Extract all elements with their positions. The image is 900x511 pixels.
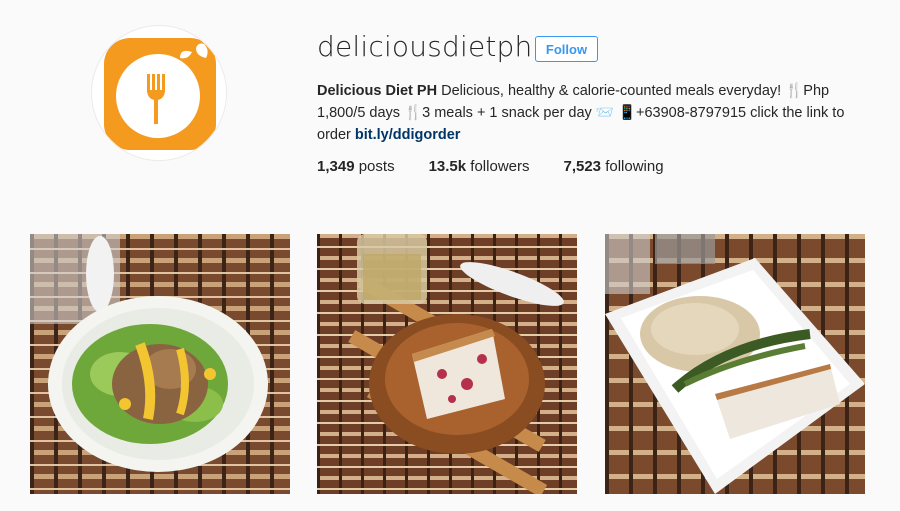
phone-icon: 📱 (617, 105, 636, 121)
post-thumbnail[interactable] (317, 234, 577, 494)
bio-text: Delicious, healthy & calorie-counted mea… (437, 83, 786, 99)
bread-photo (317, 234, 577, 494)
profile-username: deliciousdietph (317, 30, 533, 63)
followers-stat[interactable]: 13.5k followers (429, 158, 530, 175)
following-count: 7,523 (563, 158, 602, 175)
posts-count: 1,349 (317, 158, 355, 175)
display-name: Delicious Diet PH (317, 83, 438, 99)
following-stat[interactable]: 7,523 following (563, 158, 663, 175)
salad-photo (30, 234, 290, 494)
bio-text: 3 meals + 1 snack per day (422, 105, 596, 121)
profile-avatar[interactable] (91, 25, 227, 161)
followers-count: 13.5k (428, 158, 467, 175)
profile-bio: Delicious Diet PH Delicious, healthy & c… (317, 80, 857, 146)
rice-photo (605, 234, 865, 494)
posts-stat: 1,349 posts (317, 158, 395, 175)
post-thumbnail[interactable] (605, 234, 865, 494)
follow-button[interactable]: Follow (535, 36, 598, 62)
following-label: following (605, 158, 664, 175)
posts-label: posts (358, 158, 395, 175)
followers-label: followers (470, 158, 530, 175)
pin-icon: 🍴 (785, 83, 804, 99)
fork-logo-icon (93, 27, 226, 160)
pin-icon: 🍴 (404, 105, 423, 121)
profile-stats: 1,349 posts 13.5k followers 7,523 follow… (317, 158, 664, 175)
mail-icon: 📨 (595, 105, 614, 121)
post-thumbnail[interactable] (30, 234, 290, 494)
bio-link[interactable]: bit.ly/ddigorder (355, 127, 461, 143)
